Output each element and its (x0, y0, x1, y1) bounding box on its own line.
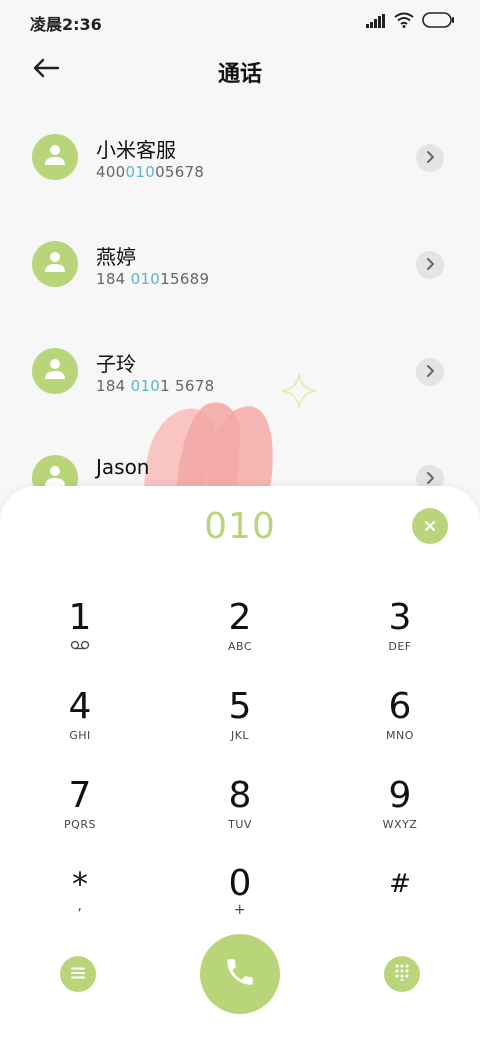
contact-detail-button[interactable] (416, 358, 444, 386)
contact-name: 子玲 (96, 352, 136, 376)
contact-row[interactable]: 子玲 184 0101 5678 (0, 324, 480, 424)
key-letters: WXYZ (382, 818, 418, 831)
top-bar: 通话 (0, 44, 480, 100)
number-match: 010 (130, 270, 161, 288)
chevron-right-icon (424, 149, 436, 168)
status-bar: 凌晨2:36 (0, 0, 480, 44)
keypad-icon (394, 963, 410, 985)
key-digit: 5 (228, 686, 252, 727)
contact-row[interactable]: 小米客服 40001005678 (0, 110, 480, 210)
chevron-right-icon (424, 256, 436, 275)
contact-name: 燕婷 (96, 245, 136, 269)
page-title: 通话 (217, 62, 262, 87)
contact-detail-button[interactable] (416, 251, 444, 279)
avatar (32, 348, 78, 394)
signal-icon (366, 13, 386, 32)
key-digit: 4 (68, 686, 92, 727)
avatar (32, 241, 78, 287)
clear-button[interactable] (412, 508, 448, 544)
avatar (32, 134, 78, 180)
status-time: 凌晨2:36 (30, 15, 102, 34)
dialer-panel: 010 1 2 ABC 3 DEF 4 GHI 5 JKL 6 MNO 7 PQ… (0, 486, 480, 1040)
key-7[interactable]: 7 PQRS (20, 776, 140, 856)
key-0[interactable]: 0 + (180, 864, 300, 944)
status-icons (366, 12, 454, 32)
person-icon (43, 357, 67, 385)
key-3[interactable]: 3 DEF (340, 598, 460, 678)
number-match: 010 (130, 377, 161, 395)
key-letters: JKL (230, 729, 250, 742)
key-digit: 6 (388, 686, 412, 727)
menu-button[interactable] (60, 956, 96, 992)
key-letters: PQRS (64, 818, 96, 831)
key-1[interactable]: 1 (20, 598, 140, 678)
key-hash[interactable]: # (340, 864, 460, 944)
key-letters: + (233, 902, 247, 918)
key-letters: , (77, 898, 83, 914)
person-icon (43, 143, 67, 171)
contact-number: 40001005678 (96, 163, 205, 181)
keypad-toggle-button[interactable] (384, 956, 420, 992)
wifi-icon (394, 12, 414, 32)
close-icon (424, 517, 436, 536)
typed-number: 010 (204, 506, 276, 547)
key-8[interactable]: 8 TUV (180, 776, 300, 856)
key-digit: 3 (388, 597, 412, 638)
key-digit: # (389, 869, 411, 899)
key-4[interactable]: 4 GHI (20, 687, 140, 767)
contact-name: 小米客服 (96, 138, 176, 162)
phone-icon (223, 955, 257, 993)
contact-number: 184 01015689 (96, 270, 210, 288)
key-digit: 2 (228, 597, 252, 638)
voicemail-icon (20, 640, 140, 653)
key-digit: 1 (68, 597, 92, 638)
contact-name: Jason (96, 455, 150, 479)
key-2[interactable]: 2 ABC (180, 598, 300, 678)
key-star[interactable]: * , (20, 864, 140, 944)
key-digit: 0 (228, 863, 252, 904)
key-letters: TUV (228, 818, 252, 831)
key-digit: 8 (228, 775, 252, 816)
key-6[interactable]: 6 MNO (340, 687, 460, 767)
key-digit: 9 (388, 775, 412, 816)
key-letters: MNO (386, 729, 414, 742)
call-button[interactable] (200, 934, 280, 1014)
key-9[interactable]: 9 WXYZ (340, 776, 460, 856)
number-match: 010 (125, 163, 156, 181)
key-5[interactable]: 5 JKL (180, 687, 300, 767)
key-letters: GHI (69, 729, 91, 742)
key-digit: 7 (68, 775, 92, 816)
contact-number: 184 0101 5678 (96, 377, 215, 395)
person-icon (43, 250, 67, 278)
menu-icon (70, 965, 86, 984)
contact-row[interactable]: 燕婷 184 01015689 (0, 217, 480, 317)
battery-icon (422, 12, 454, 32)
contact-detail-button[interactable] (416, 144, 444, 172)
chevron-right-icon (424, 363, 436, 382)
key-letters: ABC (227, 640, 253, 653)
key-letters: DEF (388, 640, 412, 653)
